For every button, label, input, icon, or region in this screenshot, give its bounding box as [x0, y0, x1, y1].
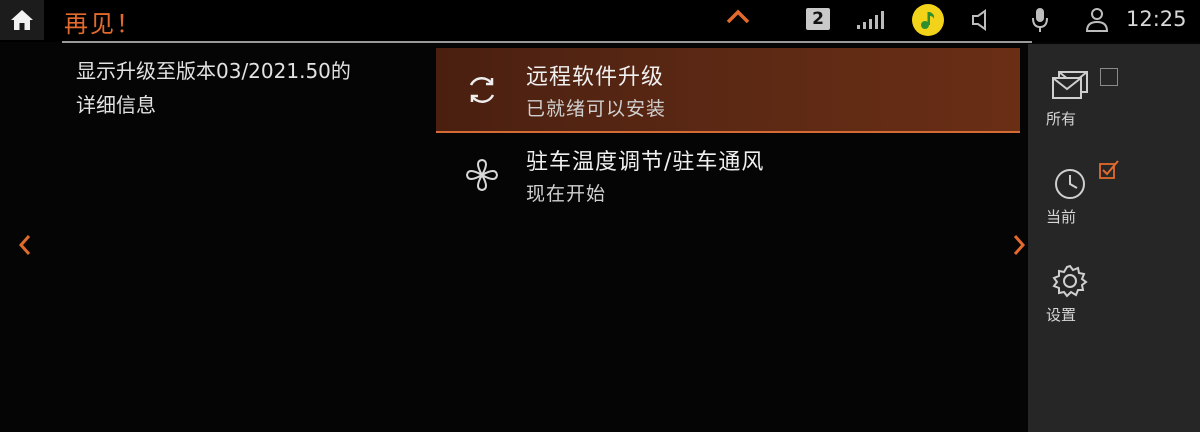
- list-item-subtitle: 已就绪可以安装: [526, 98, 667, 120]
- chevron-up-icon[interactable]: [724, 8, 752, 26]
- refresh-icon: [469, 77, 495, 103]
- chevron-left-icon[interactable]: [16, 232, 34, 258]
- info-line-2: 详细信息: [76, 93, 156, 117]
- checkbox-unchecked[interactable]: [1100, 68, 1118, 86]
- list-item-parking-climate[interactable]: 驻车温度调节/驻车通风 现在开始: [436, 133, 1020, 216]
- title-divider: [62, 41, 1032, 43]
- sidebar-item-current[interactable]: 当前: [1028, 152, 1148, 232]
- status-bar: 再见！ 2 12:25: [0, 0, 1200, 42]
- update-details-link[interactable]: 显示升级至版本03/2021.50的 详细信息: [76, 54, 436, 122]
- list-item-remote-software-upgrade[interactable]: 远程软件升级 已就绪可以安装: [436, 48, 1020, 133]
- user-profile-icon[interactable]: [1084, 6, 1110, 34]
- filter-sidebar: 所有 当前 设置: [1028, 44, 1200, 432]
- fan-icon: [465, 158, 499, 192]
- checkbox-checked[interactable]: [1098, 158, 1120, 180]
- notification-list: 远程软件升级 已就绪可以安装 驻车温度调节/驻车通风 现在开始: [436, 48, 1020, 216]
- music-app-icon[interactable]: [912, 4, 944, 36]
- home-button[interactable]: [0, 0, 44, 40]
- gear-icon: [1052, 264, 1088, 298]
- home-icon: [11, 10, 33, 30]
- list-item-title: 远程软件升级: [526, 65, 665, 90]
- sidebar-item-label: 当前: [1046, 208, 1077, 226]
- sidebar-item-label: 设置: [1046, 306, 1077, 324]
- mail-icon: [1052, 71, 1088, 99]
- music-note-icon: [921, 12, 935, 29]
- list-item-title: 驻车温度调节/驻车通风: [526, 150, 765, 175]
- sidebar-item-all[interactable]: 所有: [1028, 54, 1148, 134]
- clock-time: 12:25: [1126, 7, 1187, 31]
- signal-strength-icon: [857, 11, 884, 29]
- badge-count: 2: [806, 8, 830, 30]
- microphone-icon[interactable]: [1030, 6, 1050, 34]
- clock-icon: [1055, 169, 1085, 199]
- list-item-subtitle: 现在开始: [526, 183, 607, 205]
- info-line-1: 显示升级至版本03/2021.50的: [76, 59, 351, 83]
- chevron-right-icon[interactable]: [1010, 232, 1028, 258]
- speaker-icon[interactable]: [970, 8, 996, 32]
- sidebar-item-label: 所有: [1046, 110, 1077, 128]
- sidebar-item-settings[interactable]: 设置: [1028, 250, 1148, 330]
- page-title: 再见！: [64, 10, 142, 38]
